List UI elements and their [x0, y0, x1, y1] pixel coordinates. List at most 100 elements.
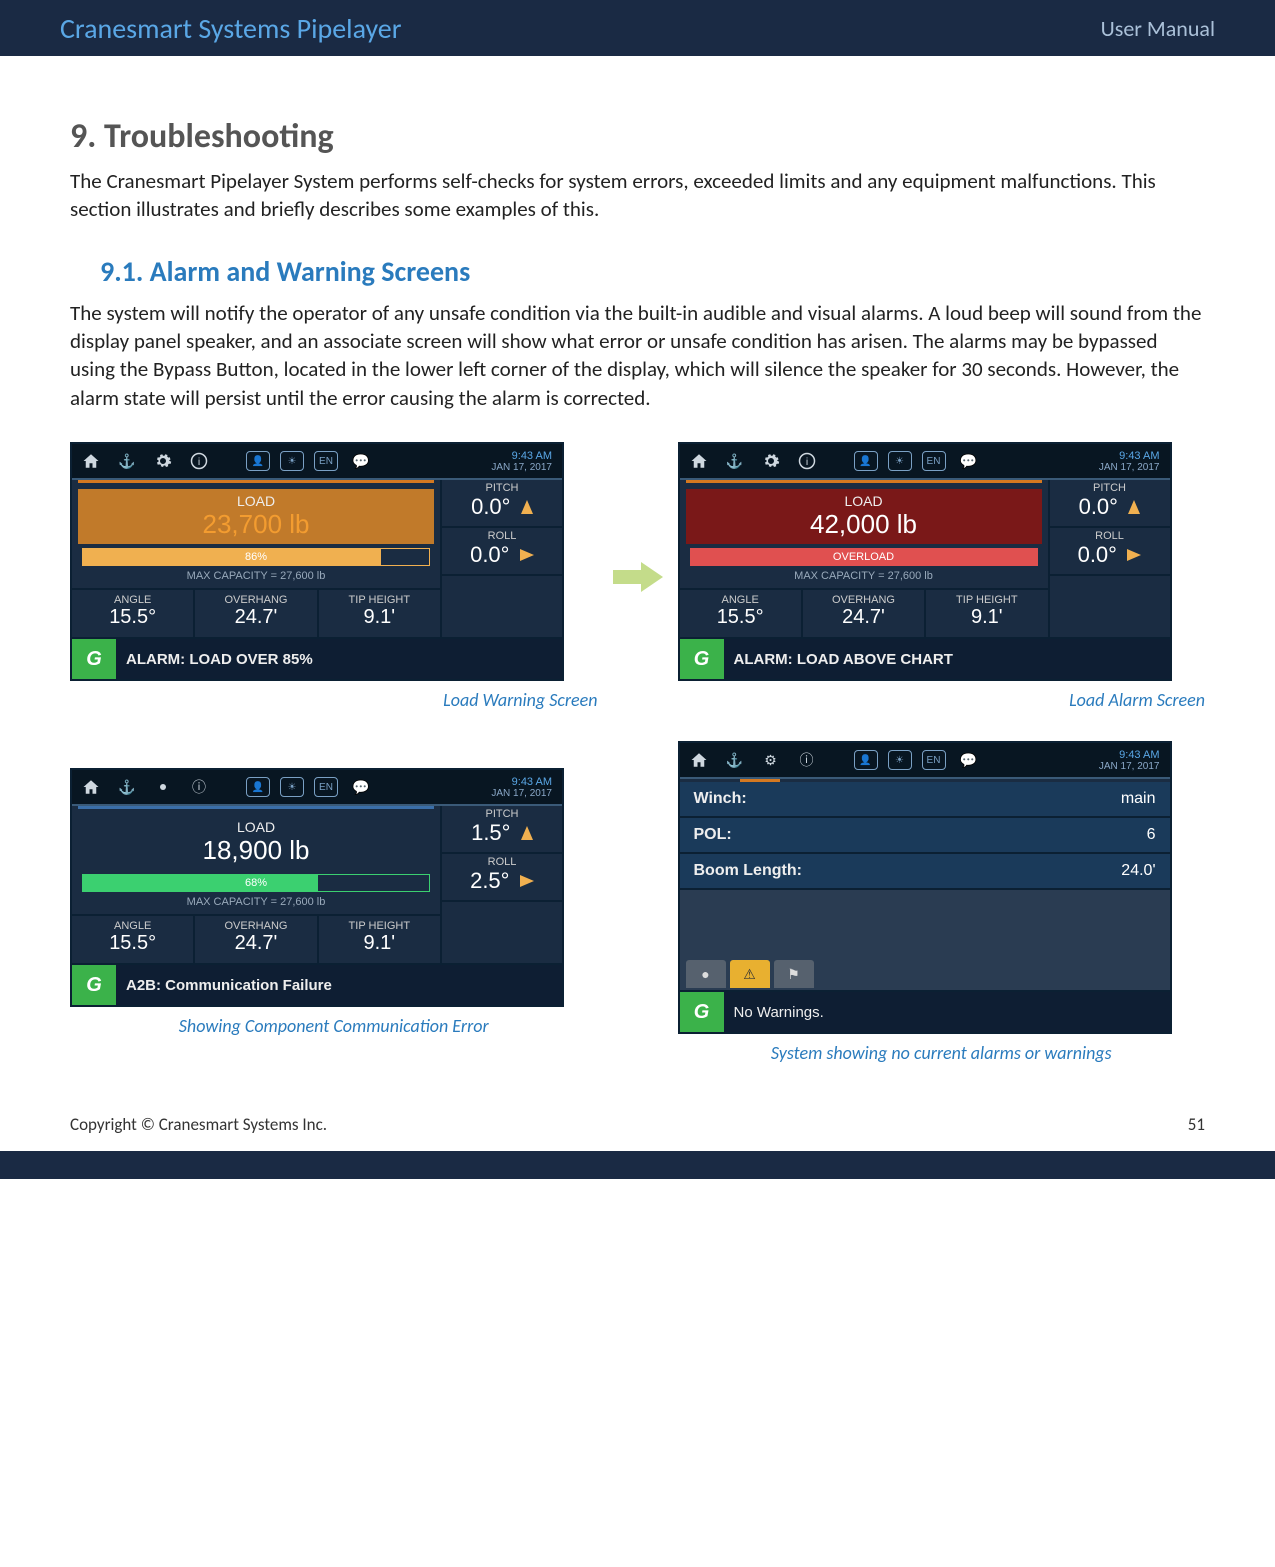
- clock: 9:43 AM JAN 17, 2017: [491, 776, 556, 799]
- tip-height-metric: TIP HEIGHT9.1': [319, 916, 440, 963]
- page-header: Cranesmart Systems Pipelayer User Manual: [0, 0, 1275, 56]
- transition-arrow: [608, 562, 668, 592]
- subsection-body: The system will notify the operator of a…: [70, 299, 1205, 412]
- chat-icon[interactable]: 💬: [956, 448, 982, 474]
- chat-icon[interactable]: 💬: [956, 747, 982, 773]
- hook-icon[interactable]: ⚓: [114, 774, 140, 800]
- load-bar: OVERLOAD: [690, 548, 1038, 566]
- load-value: 23,700 lb: [82, 509, 430, 540]
- arrow-up-icon: [1128, 500, 1140, 514]
- home-icon[interactable]: [686, 747, 712, 773]
- language-icon[interactable]: EN: [922, 451, 946, 471]
- info-icon[interactable]: ⓘ: [794, 747, 820, 773]
- language-icon[interactable]: EN: [314, 451, 338, 471]
- arrow-right-icon: [520, 875, 534, 887]
- tip-height-metric: TIP HEIGHT9.1': [319, 590, 440, 637]
- user-icon[interactable]: 👤: [854, 451, 878, 471]
- page-footer: Copyright © Cranesmart Systems Inc. 51: [0, 1104, 1275, 1145]
- angle-metric: ANGLE15.5°: [680, 590, 803, 637]
- user-icon[interactable]: 👤: [246, 451, 270, 471]
- device-toolbar: ⚓ ⓘ 👤 ☀ EN 💬 9:43 AM JAN 17, 2017: [72, 770, 562, 806]
- no-warning-screen-figure: ⚓ ⚙ ⓘ 👤 ☀ EN 💬 9:43 AM JAN 17, 2017: [678, 741, 1206, 1064]
- clock: 9:43 AM JAN 17, 2017: [1099, 749, 1164, 772]
- info-icon[interactable]: i: [186, 448, 212, 474]
- gear-icon[interactable]: ⚙: [758, 747, 784, 773]
- svg-text:i: i: [198, 456, 200, 468]
- figure-caption: Load Alarm Screen: [678, 689, 1206, 711]
- roll-cell: ROLL 2.5°: [442, 854, 562, 902]
- device-toolbar: ⚓ ⚙ ⓘ 👤 ☀ EN 💬 9:43 AM JAN 17, 2017: [680, 743, 1170, 779]
- status-tab-info[interactable]: ●: [686, 960, 726, 988]
- overhang-metric: OVERHANG24.7': [803, 590, 926, 637]
- home-icon[interactable]: [78, 448, 104, 474]
- pitch-cell: PITCH 0.0°: [442, 480, 562, 528]
- roll-cell: ROLL 0.0°: [442, 528, 562, 576]
- alarm-bar: G A2B: Communication Failure: [72, 963, 562, 1005]
- info-icon[interactable]: ⓘ: [186, 774, 212, 800]
- user-icon[interactable]: 👤: [246, 777, 270, 797]
- brightness-icon[interactable]: ☀: [888, 451, 912, 471]
- brightness-icon[interactable]: ☀: [280, 451, 304, 471]
- user-icon[interactable]: 👤: [854, 750, 878, 770]
- date-value: JAN 17, 2017: [491, 462, 552, 473]
- load-alarm-screen-figure: ⚓ i 👤 ☀ EN 💬 9:43 AM JAN 17, 2017: [678, 442, 1206, 711]
- overhang-metric: OVERHANG24.7': [195, 916, 318, 963]
- status-tab-warning[interactable]: ⚠: [730, 960, 770, 988]
- device-toolbar: ⚓ i 👤 ☀ EN 💬 9:43 AM JAN 17, 2017: [72, 444, 562, 480]
- pitch-cell: PITCH 0.0°: [1050, 480, 1170, 528]
- config-row-pol: POL: 6: [680, 818, 1170, 854]
- hook-icon[interactable]: ⚓: [722, 448, 748, 474]
- footer-bar: [0, 1151, 1275, 1179]
- page-number: 51: [1188, 1114, 1205, 1135]
- status-tabs: ● ⚠ ⚑: [680, 954, 1170, 990]
- bypass-button[interactable]: G: [72, 639, 116, 679]
- figure-caption: Showing Component Communication Error: [70, 1015, 598, 1037]
- info-icon[interactable]: i: [794, 448, 820, 474]
- chat-icon[interactable]: 💬: [348, 774, 374, 800]
- load-panel: LOAD 18,900 lb: [78, 815, 434, 870]
- angle-metric: ANGLE15.5°: [72, 590, 195, 637]
- overhang-metric: OVERHANG24.7': [195, 590, 318, 637]
- pitch-cell: PITCH 1.5°: [442, 806, 562, 854]
- gear-icon[interactable]: [150, 774, 176, 800]
- brightness-icon[interactable]: ☀: [280, 777, 304, 797]
- load-label: LOAD: [82, 493, 430, 509]
- bypass-button[interactable]: G: [680, 639, 724, 679]
- bypass-button[interactable]: G: [72, 965, 116, 1005]
- copyright: Copyright © Cranesmart Systems Inc.: [70, 1114, 327, 1135]
- load-warning-screen-figure: ⚓ i 👤 ☀ EN 💬 9:43 AM JAN 17, 2017: [70, 442, 598, 711]
- alarm-text: ALARM: LOAD OVER 85%: [116, 651, 562, 668]
- tab-indicator: [686, 480, 1042, 483]
- figure-caption: System showing no current alarms or warn…: [678, 1042, 1206, 1064]
- arrow-right-icon: [1127, 549, 1141, 561]
- brightness-icon[interactable]: ☀: [888, 750, 912, 770]
- hook-icon[interactable]: ⚓: [114, 448, 140, 474]
- language-icon[interactable]: EN: [922, 750, 946, 770]
- clock: 9:43 AM JAN 17, 2017: [491, 450, 556, 473]
- language-icon[interactable]: EN: [314, 777, 338, 797]
- bypass-button[interactable]: G: [680, 992, 724, 1032]
- load-bar: 68%: [82, 874, 430, 892]
- device-toolbar: ⚓ i 👤 ☀ EN 💬 9:43 AM JAN 17, 2017: [680, 444, 1170, 480]
- status-text: No Warnings.: [724, 1004, 1170, 1021]
- clock: 9:43 AM JAN 17, 2017: [1099, 450, 1164, 473]
- gear-icon[interactable]: [150, 448, 176, 474]
- section-title: 9. Troubleshooting: [70, 116, 1205, 157]
- chat-icon[interactable]: 💬: [348, 448, 374, 474]
- time-value: 9:43 AM: [491, 450, 552, 462]
- header-title: Cranesmart Systems Pipelayer: [60, 11, 401, 46]
- status-bar: G No Warnings.: [680, 990, 1170, 1032]
- angle-metric: ANGLE15.5°: [72, 916, 195, 963]
- arrow-right-icon: [520, 549, 534, 561]
- gear-icon[interactable]: [758, 448, 784, 474]
- load-bar: 86%: [82, 548, 430, 566]
- max-capacity: MAX CAPACITY = 27,600 lb: [72, 570, 440, 582]
- tip-height-metric: TIP HEIGHT9.1': [926, 590, 1047, 637]
- home-icon[interactable]: [78, 774, 104, 800]
- svg-text:i: i: [805, 456, 807, 468]
- hook-icon[interactable]: ⚓: [722, 747, 748, 773]
- roll-cell: ROLL 0.0°: [1050, 528, 1170, 576]
- home-icon[interactable]: [686, 448, 712, 474]
- status-tab-flag[interactable]: ⚑: [774, 960, 814, 988]
- load-bar-text: 86%: [83, 549, 429, 565]
